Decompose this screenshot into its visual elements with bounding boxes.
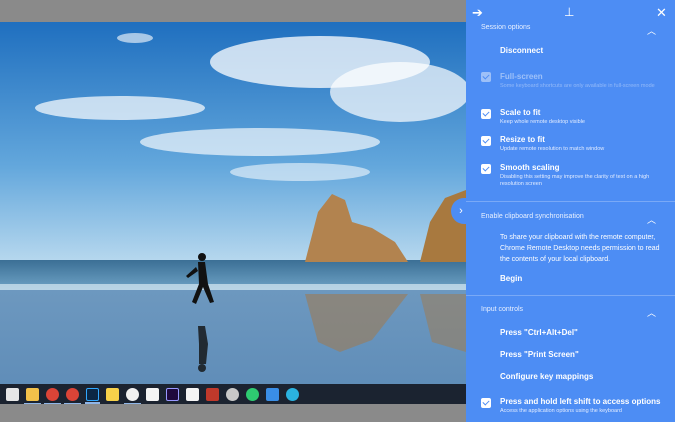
- pin-icon[interactable]: ⊥: [564, 6, 574, 19]
- print-screen-button[interactable]: Press "Print Screen": [500, 350, 579, 359]
- shift-options-desc: Access the application options using the…: [500, 408, 622, 414]
- chevron-up-icon[interactable]: ︿: [647, 24, 656, 37]
- window-margin: [0, 404, 466, 422]
- taskbar: [0, 384, 466, 405]
- screen: › ➔ ⊥ ✕ Session options ︿ Disconnect Ful…: [0, 0, 675, 422]
- full-screen-label: Full-screen: [500, 72, 543, 81]
- scale-to-fit-checkbox[interactable]: [481, 109, 491, 119]
- scale-to-fit-label[interactable]: Scale to fit: [500, 108, 540, 117]
- divider: [466, 295, 675, 296]
- shift-options-label[interactable]: Press and hold left shift to access opti…: [500, 397, 660, 406]
- chevron-right-icon: ›: [459, 205, 463, 217]
- smooth-scaling-desc: Disabling this setting may improve the c…: [500, 174, 650, 187]
- wallpaper: [0, 22, 466, 406]
- photoshop-icon[interactable]: [85, 387, 100, 404]
- app-icon[interactable]: [226, 387, 239, 401]
- smooth-scaling-label[interactable]: Smooth scaling: [500, 163, 560, 172]
- resize-to-fit-checkbox[interactable]: [481, 136, 491, 146]
- file-explorer-icon[interactable]: [24, 387, 41, 405]
- scale-to-fit-desc: Keep whole remote desktop visible: [500, 119, 585, 125]
- close-icon[interactable]: ✕: [656, 6, 667, 19]
- chevron-up-icon[interactable]: ︿: [647, 306, 656, 319]
- remote-desktop-view[interactable]: [0, 22, 466, 422]
- arrow-right-icon[interactable]: ➔: [472, 6, 483, 19]
- resize-to-fit-desc: Update remote resolution to match window: [500, 146, 605, 152]
- shift-options-checkbox[interactable]: [481, 398, 491, 408]
- app-icon[interactable]: [246, 387, 259, 401]
- sticky-notes-icon[interactable]: [106, 387, 119, 401]
- options-panel: ➔ ⊥ ✕ Session options ︿ Disconnect Full-…: [466, 0, 675, 422]
- chrome-icon[interactable]: [64, 387, 81, 405]
- document-icon[interactable]: [146, 387, 159, 401]
- ctrl-alt-del-button[interactable]: Press "Ctrl+Alt+Del": [500, 328, 578, 337]
- chrome-icon[interactable]: [124, 387, 141, 405]
- monitor-icon[interactable]: [266, 387, 279, 401]
- document-icon[interactable]: [186, 387, 199, 401]
- clipboard-section-title: Enable clipboard synchronisation: [481, 213, 584, 220]
- full-screen-checkbox: [481, 72, 491, 82]
- configure-key-mappings-button[interactable]: Configure key mappings: [500, 372, 593, 381]
- divider: [466, 201, 675, 202]
- full-screen-desc: Some keyboard shortcuts are only availab…: [500, 83, 655, 89]
- edge-icon[interactable]: [286, 387, 299, 401]
- begin-button[interactable]: Begin: [500, 274, 522, 283]
- resize-to-fit-label[interactable]: Resize to fit: [500, 135, 545, 144]
- session-options-title: Session options: [481, 24, 531, 31]
- after-effects-icon[interactable]: [166, 387, 179, 401]
- chevron-up-icon[interactable]: ︿: [647, 213, 656, 226]
- disconnect-button[interactable]: Disconnect: [500, 46, 543, 55]
- start-icon[interactable]: [6, 387, 19, 401]
- calendar-icon[interactable]: [206, 387, 219, 401]
- clipboard-permission-text: To share your clipboard with the remote …: [500, 234, 660, 263]
- smooth-scaling-checkbox[interactable]: [481, 164, 491, 174]
- input-controls-title: Input controls: [481, 306, 524, 313]
- chrome-icon[interactable]: [44, 387, 61, 405]
